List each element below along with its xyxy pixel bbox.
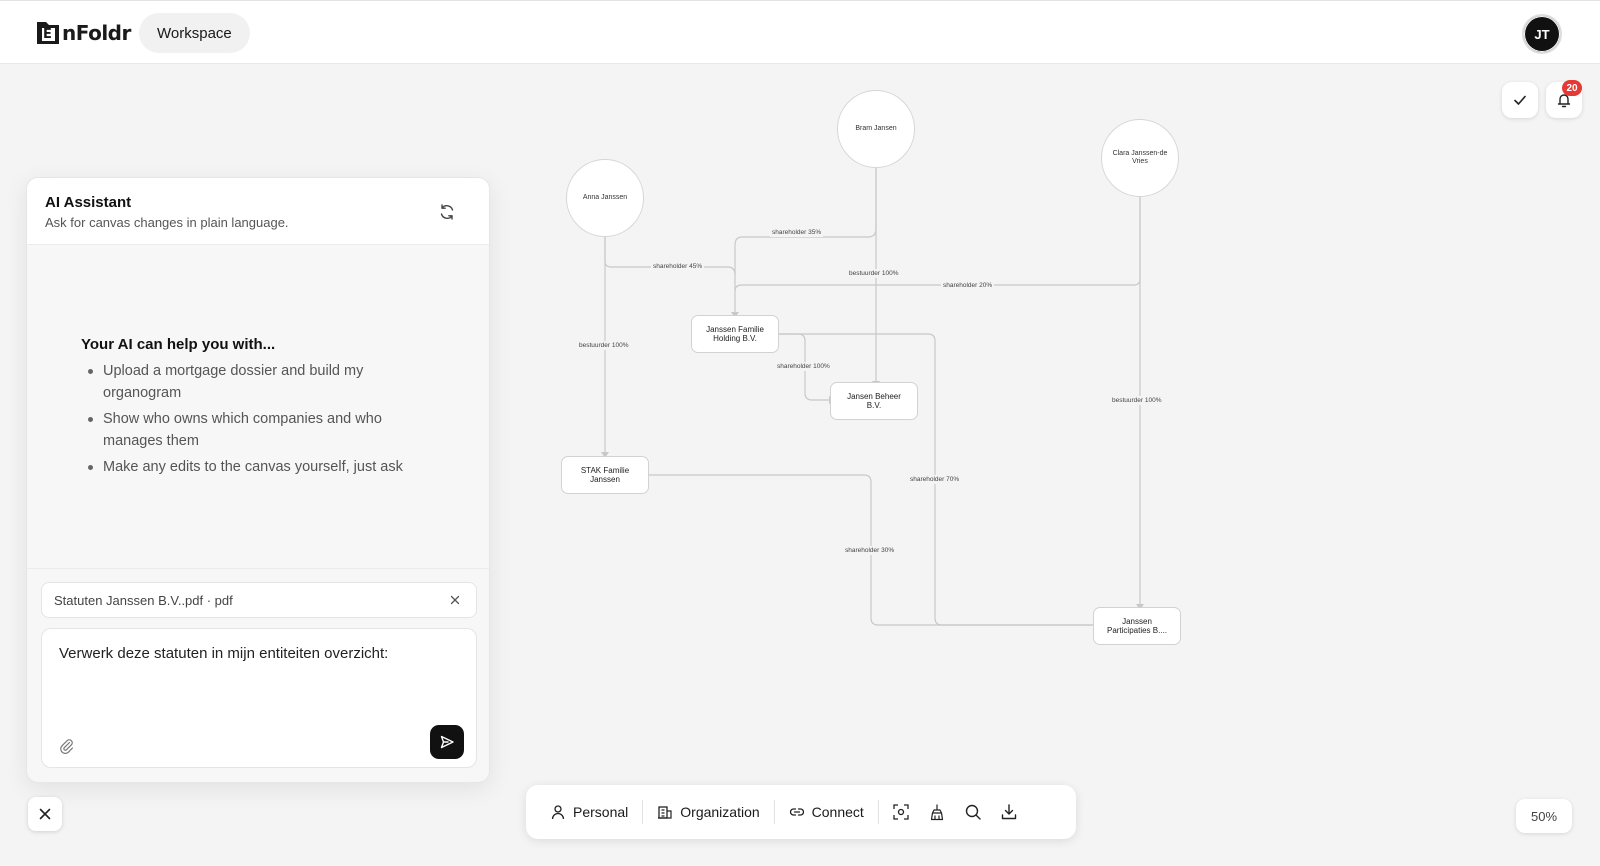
message-input[interactable]: Verwerk deze statuten in mijn entiteiten… [59, 645, 459, 705]
personal-label: Personal [573, 804, 629, 820]
download-button[interactable] [991, 794, 1027, 830]
notification-count-badge: 20 [1562, 80, 1582, 96]
organization-label: Organization [680, 804, 760, 820]
toolbar-separator [642, 800, 644, 824]
download-icon [1001, 804, 1017, 820]
search-icon [965, 804, 981, 820]
attachment-filename: Statuten Janssen B.V..pdf · pdf [54, 592, 233, 608]
attach-file-button[interactable] [56, 735, 78, 757]
top-bar: E nFoldr Workspace JT [0, 0, 1600, 64]
org-node-stak[interactable]: STAK Familie Janssen [561, 456, 649, 494]
help-title: Your AI can help you with... [81, 336, 276, 353]
ai-assistant-panel: AI Assistant Ask for canvas changes in p… [26, 177, 490, 783]
logo-text: nFoldr [62, 21, 131, 45]
help-item: Show who owns which companies and who ma… [85, 408, 445, 452]
check-icon [1514, 95, 1526, 105]
person-node-bram[interactable]: Bram Jansen [837, 90, 915, 168]
edge-label-clara-holding: shareholder 20% [941, 281, 995, 290]
help-item: Upload a mortgage dossier and build my o… [85, 360, 445, 404]
close-icon [450, 595, 460, 605]
edge-label-bram-holding: shareholder 35% [770, 228, 824, 237]
edge-label-anna-holding: shareholder 45% [651, 262, 705, 271]
divider [27, 568, 489, 569]
canvas-toolbar: Personal Organization Connect [526, 785, 1076, 839]
edge-label-anna-stak: bestuurder 100% [577, 341, 631, 350]
add-organization-button[interactable]: Organization [647, 794, 769, 830]
clean-layout-button[interactable] [919, 794, 955, 830]
toolbar-separator [773, 800, 775, 824]
edge-label-bram-beheer: bestuurder 100% [847, 269, 901, 278]
connect-button[interactable]: Connect [779, 794, 874, 830]
edge-label-holding-beheer: shareholder 100% [775, 362, 832, 371]
remove-attachment-button[interactable] [446, 591, 464, 609]
reset-chat-button[interactable] [433, 198, 461, 226]
building-icon [658, 806, 672, 819]
org-node-beheer[interactable]: Jansen Beheer B.V. [830, 382, 918, 420]
app-logo[interactable]: E nFoldr [34, 18, 131, 48]
org-node-participaties[interactable]: Janssen Participaties B.... [1093, 607, 1181, 645]
edge-label-holding-participaties: shareholder 70% [908, 475, 962, 484]
person-icon [551, 805, 565, 820]
help-item: Make any edits to the canvas yourself, j… [85, 456, 445, 478]
search-button[interactable] [955, 794, 991, 830]
user-avatar[interactable]: JT [1522, 14, 1562, 54]
toolbar-separator [877, 800, 879, 824]
logo-mark-letter: E [43, 27, 52, 42]
edge-label-clara-participaties: bestuurder 100% [1110, 396, 1164, 405]
close-icon [39, 808, 51, 820]
assistant-title: AI Assistant [45, 194, 132, 211]
focus-icon [893, 804, 909, 820]
attachment-chip: Statuten Janssen B.V..pdf · pdf [41, 582, 477, 618]
logo-icon: E [34, 19, 62, 47]
org-node-holding[interactable]: Janssen Familie Holding B.V. [691, 315, 779, 353]
person-node-anna[interactable]: Anna Janssen [566, 159, 644, 237]
broom-icon [930, 804, 943, 821]
help-list: Upload a mortgage dossier and build my o… [85, 360, 445, 482]
edge-label-stak-participaties: shareholder 30% [843, 546, 897, 555]
send-button[interactable] [430, 725, 464, 759]
zoom-level[interactable]: 50% [1516, 799, 1572, 833]
link-icon [789, 808, 804, 816]
connect-label: Connect [811, 804, 864, 820]
confirm-button[interactable] [1502, 82, 1538, 118]
workspace-button[interactable]: Workspace [139, 13, 250, 53]
message-input-box: Verwerk deze statuten in mijn entiteiten… [41, 628, 477, 768]
send-icon [440, 735, 454, 749]
assistant-subtitle: Ask for canvas changes in plain language… [45, 215, 289, 230]
close-assistant-button[interactable] [28, 797, 62, 831]
refresh-icon [440, 204, 454, 220]
assistant-header: AI Assistant Ask for canvas changes in p… [27, 178, 489, 245]
add-personal-button[interactable]: Personal [540, 794, 638, 830]
fit-view-button[interactable] [883, 794, 919, 830]
paperclip-icon [60, 739, 74, 754]
person-node-clara[interactable]: Clara Janssen-de Vries [1101, 119, 1179, 197]
